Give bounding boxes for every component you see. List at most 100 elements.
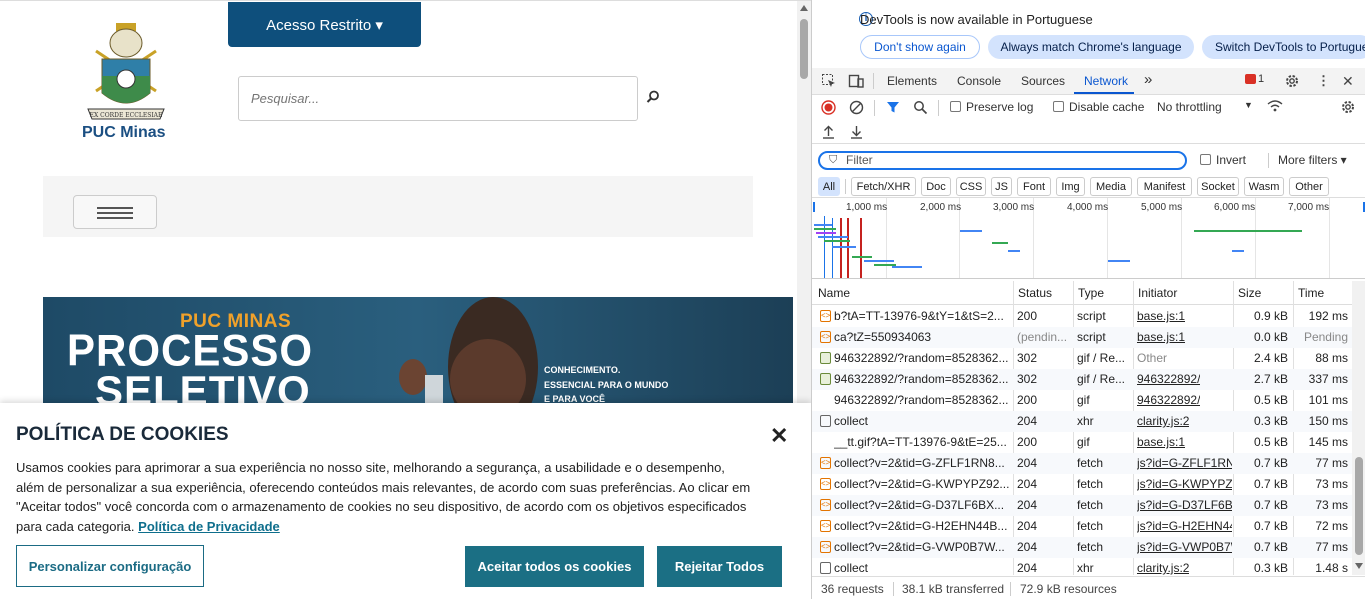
menu-toggle-button[interactable] [73,195,157,229]
request-initiator[interactable]: js?id=G-D37LF6BX [1137,498,1232,512]
type-filter-other[interactable]: Other [1289,177,1329,196]
site-search-input[interactable] [238,76,638,121]
table-row[interactable]: <> b?tA=TT-13976-9&tY=1&tS=2... 200 script b… [812,306,1352,327]
request-initiator[interactable]: js?id=G-KWPYPZ9 [1137,477,1232,491]
request-type: fetch [1077,519,1104,533]
tab-elements[interactable]: Elements [887,74,937,88]
disable-cache-checkbox[interactable]: Disable cache [1053,100,1144,114]
type-filter-manifest[interactable]: Manifest [1137,177,1192,196]
error-count-badge[interactable]: 1 [1258,73,1264,85]
network-settings-gear-icon[interactable] [1340,99,1356,115]
table-row[interactable]: 946322892/?random=8528362... 200 gif 946322… [812,390,1352,411]
column-time[interactable]: Time [1298,286,1324,300]
tab-sources[interactable]: Sources [1021,74,1065,88]
match-chrome-language-button[interactable]: Always match Chrome's language [988,35,1194,59]
accept-all-cookies-button[interactable]: Aceitar todos os cookies [465,546,644,587]
kebab-menu-icon[interactable]: ⋮ [1317,73,1330,89]
table-row[interactable]: 946322892/?random=8528362... 302 gif / Re.… [812,369,1352,390]
table-row[interactable]: <> collect?v=2&tid=G-VWP0B7W... 204 fetch js… [812,537,1352,558]
request-initiator[interactable]: base.js:1 [1137,435,1185,449]
device-toolbar-icon[interactable] [848,73,864,89]
request-initiator[interactable]: base.js:1 [1137,309,1185,323]
error-icon[interactable] [1245,74,1256,84]
type-filter-socket[interactable]: Socket [1197,177,1239,196]
request-initiator[interactable]: clarity.js:2 [1137,414,1189,428]
scroll-up-icon[interactable] [800,5,808,11]
request-initiator[interactable]: 946322892/ [1137,393,1200,407]
table-row[interactable]: <> collect?v=2&tid=G-D37LF6BX... 204 fetch j… [812,495,1352,516]
column-type[interactable]: Type [1078,286,1104,300]
type-filter-all[interactable]: All [818,177,840,196]
type-filter-media[interactable]: Media [1090,177,1132,196]
request-initiator[interactable]: clarity.js:2 [1137,561,1189,575]
tab-console[interactable]: Console [957,74,1001,88]
search-icon[interactable] [913,100,928,115]
request-initiator[interactable]: js?id=G-VWP0B7W [1137,540,1232,554]
type-filter-doc[interactable]: Doc [921,177,951,196]
filter-funnel-small-icon: ⛉ [829,154,838,166]
more-tabs-icon[interactable]: » [1144,71,1152,88]
page-scrollbar[interactable] [797,1,811,404]
inspect-element-icon[interactable] [821,73,837,89]
filter-input[interactable]: ⛉ Filter [818,151,1187,170]
search-icon[interactable] [645,89,661,105]
type-filter-img[interactable]: Img [1056,177,1085,196]
table-scrollbar[interactable] [1352,281,1365,575]
column-size[interactable]: Size [1238,286,1261,300]
dont-show-again-button[interactable]: Don't show again [860,35,980,59]
request-initiator[interactable]: js?id=G-ZFLF1RN8 [1137,456,1232,470]
column-name[interactable]: Name [818,286,850,300]
type-filter-fetch-xhr[interactable]: Fetch/XHR [851,177,916,196]
type-filter-font[interactable]: Font [1017,177,1051,196]
throttling-select[interactable]: No throttling ▼ [1157,100,1253,114]
type-filter-wasm[interactable]: Wasm [1244,177,1284,196]
request-type: script [1077,330,1106,344]
table-row[interactable]: <> collect?v=2&tid=G-ZFLF1RN8... 204 fetch j… [812,453,1352,474]
reject-all-button[interactable]: Rejeitar Todos [657,546,782,587]
banner-headline-2: SELETIVO [95,367,311,404]
request-initiator[interactable]: 946322892/ [1137,372,1200,386]
restricted-access-button[interactable]: Acesso Restrito ▾ [228,2,421,47]
preserve-log-checkbox[interactable]: Preserve log [950,100,1033,114]
table-row[interactable]: __tt.gif?tA=TT-13976-9&tE=25... 200 gif bas… [812,432,1352,453]
processo-seletivo-banner[interactable]: PUC MINAS PROCESSO SELETIVO CONHECIMENTO… [43,297,793,403]
privacy-policy-link[interactable]: Política de Privacidade [138,519,280,534]
request-type: xhr [1077,414,1094,428]
close-devtools-icon[interactable]: ✕ [1342,73,1354,90]
more-filters-dropdown[interactable]: More filters ▾ [1278,153,1347,167]
request-size: 0.7 kB [1253,519,1288,533]
table-row[interactable]: 946322892/?random=8528362... 302 gif / Re.… [812,348,1352,369]
close-icon[interactable]: ✕ [770,423,788,449]
type-filter-js[interactable]: JS [991,177,1012,196]
network-status-bar: 36 requests 38.1 kB transferred 72.9 kB … [812,576,1365,599]
switch-devtools-language-button[interactable]: Switch DevTools to Portuguese [1202,35,1365,59]
table-row[interactable]: <> collect?v=2&tid=G-H2EHN44B... 204 fetch j… [812,516,1352,537]
scroll-down-icon[interactable] [1355,563,1363,569]
filter-funnel-icon[interactable] [886,100,900,114]
table-scrollbar-thumb[interactable] [1355,457,1363,555]
document-file-icon [820,562,831,574]
table-row[interactable]: <> collect?v=2&tid=G-KWPYPZ92... 204 fetch j… [812,474,1352,495]
table-row[interactable]: <> ca?tZ=550934063 (pendin... script base.js… [812,327,1352,348]
type-filter-css[interactable]: CSS [956,177,986,196]
script-file-icon: <> [820,457,831,469]
page-scrollbar-thumb[interactable] [800,19,808,79]
script-file-icon: <> [820,541,831,553]
table-row[interactable]: collect 204 xhr clarity.js:2 0.3 kB 150 ms [812,411,1352,432]
request-initiator[interactable]: base.js:1 [1137,330,1185,344]
import-har-icon[interactable] [822,125,835,139]
column-status[interactable]: Status [1018,286,1052,300]
record-stop-icon[interactable] [821,100,836,115]
settings-gear-icon[interactable] [1284,73,1300,89]
tab-network[interactable]: Network [1084,74,1128,88]
column-initiator[interactable]: Initiator [1138,286,1177,300]
timeline-selection-left[interactable] [813,202,815,212]
network-overview-timeline[interactable]: 1,000 ms 2,000 ms 3,000 ms 4,000 ms 5,00… [812,197,1365,279]
request-initiator[interactable]: js?id=G-H2EHN44 [1137,519,1232,533]
invert-checkbox[interactable]: Invert [1200,153,1246,167]
request-size: 0.7 kB [1253,456,1288,470]
customize-settings-button[interactable]: Personalizar configuração [16,545,204,587]
network-conditions-icon[interactable] [1266,99,1284,114]
export-har-icon[interactable] [850,125,863,139]
clear-log-icon[interactable] [849,100,864,115]
